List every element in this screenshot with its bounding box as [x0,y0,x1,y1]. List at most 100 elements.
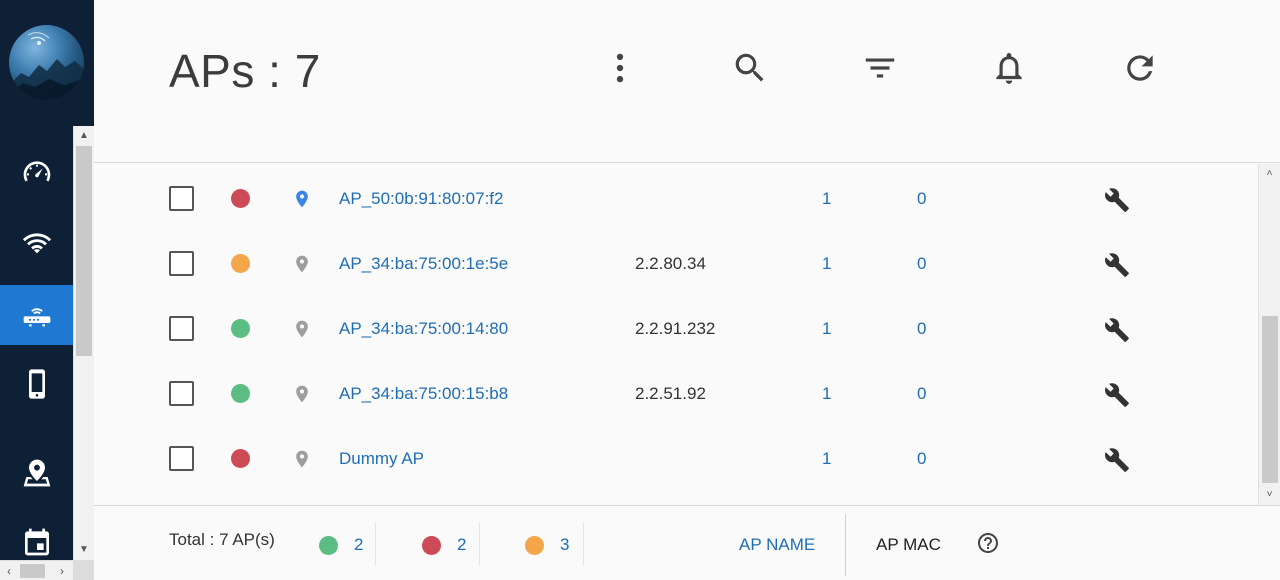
status-count-green[interactable]: 2 [319,524,363,566]
scroll-up-icon[interactable]: ▲ [74,126,94,144]
ap-count-link[interactable]: 1 [822,319,831,339]
scroll-down-icon[interactable]: ▼ [74,540,94,558]
table-scroll-thumb[interactable] [1262,316,1278,483]
ap-name-link[interactable]: AP_34:ba:75:00:14:80 [339,319,508,339]
sidebar: ▲ ▼ ‹ › [0,0,94,580]
ap-name-link[interactable]: AP_34:ba:75:00:1e:5e [339,254,508,274]
help-button[interactable] [976,531,1000,555]
nav-clients[interactable] [0,354,73,414]
divider [479,522,480,566]
sidebar-scroll-thumb[interactable] [76,146,92,356]
nav-map[interactable] [0,443,73,503]
sidebar-scrollbar[interactable]: ▲ ▼ [73,126,94,560]
table-row[interactable]: AP_34:ba:75:00:1e:5e 2.2.80.34 1 0 [94,216,1258,281]
row-checkbox[interactable] [169,446,194,471]
ap-count-link[interactable]: 0 [917,449,926,469]
ap-ip-address: 2.2.91.232 [635,319,716,338]
status-dot [231,254,250,273]
ap-count-link[interactable]: 1 [822,254,831,274]
search-icon [735,53,764,82]
ap-name-toggle[interactable]: AP NAME [739,535,815,555]
location-pin-icon[interactable] [292,317,312,341]
location-pin-icon[interactable] [292,382,312,406]
ap-count-link[interactable]: 0 [917,254,926,274]
refresh-icon [1127,55,1153,81]
configure-wrench-icon[interactable] [1104,382,1130,408]
divider [845,514,846,576]
ap-ip-address: 2.2.80.34 [635,254,706,273]
row-checkbox[interactable] [169,186,194,211]
ap-count-link[interactable]: 1 [822,384,831,404]
nav-access-points[interactable] [0,285,73,345]
status-count: 2 [354,535,364,554]
scrollbar-corner [73,560,94,580]
row-checkbox[interactable] [169,251,194,276]
refresh-button[interactable] [1116,44,1164,92]
ap-count-link[interactable]: 0 [917,384,926,404]
divider [375,522,376,566]
table-scrollbar[interactable]: ˄ ˅ [1258,164,1280,505]
row-checkbox[interactable] [169,316,194,341]
ap-count-link[interactable]: 1 [822,449,831,469]
location-pin-icon[interactable] [292,187,312,211]
scroll-down-icon[interactable]: ˅ [1259,485,1280,503]
nav-wifi[interactable] [0,212,73,272]
status-dot [319,535,338,555]
ap-ip-address: 2.2.51.92 [635,384,706,403]
row-checkbox[interactable] [169,381,194,406]
scroll-right-icon[interactable]: › [53,561,71,580]
configure-wrench-icon[interactable] [1104,447,1130,473]
wifi-icon [22,233,51,254]
location-pin-icon[interactable] [292,447,312,471]
ap-count-link[interactable]: 1 [822,189,831,209]
ap-name-link[interactable]: AP_34:ba:75:00:15:b8 [339,384,508,404]
nav-dashboard[interactable] [0,142,73,202]
ap-name-link[interactable]: AP_50:0b:91:80:07:f2 [339,189,503,209]
speedometer-icon [23,161,50,182]
bell-icon [996,52,1022,84]
status-count-orange[interactable]: 3 [525,524,569,566]
router-icon [23,308,50,327]
ap-count-link[interactable]: 0 [917,319,926,339]
status-dot [422,535,441,555]
search-button[interactable] [726,44,774,92]
app-window: ▲ ▼ ‹ › APs : 7 AP_50:0b:91:80:07:f2 1 0… [0,0,1280,580]
table-row[interactable]: AP_50:0b:91:80:07:f2 1 0 [94,164,1258,216]
header: APs : 7 [94,0,1280,163]
help-circle-icon [978,533,998,553]
table-row[interactable]: Dummy AP 1 0 [94,411,1258,476]
ap-table: AP_50:0b:91:80:07:f2 1 0 AP_34:ba:75:00:1e:… [94,164,1258,505]
sidebar-hscroll-thumb[interactable] [20,564,45,578]
logo-avatar[interactable] [9,25,84,100]
total-count: Total : 7 AP(s) [169,530,275,549]
table-row[interactable]: AP_34:ba:75:00:14:80 2.2.91.232 1 0 [94,281,1258,346]
ap-name-link[interactable]: Dummy AP [339,449,424,469]
more-vert-icon [616,53,624,83]
phone-icon [28,369,45,399]
configure-wrench-icon[interactable] [1104,252,1130,278]
configure-wrench-icon[interactable] [1104,317,1130,343]
page-title: APs : 7 [169,45,321,97]
map-pin-icon [23,459,50,487]
configure-wrench-icon[interactable] [1104,187,1130,213]
calendar-icon [24,528,49,556]
notifications-button[interactable] [985,44,1033,92]
sidebar-hscrollbar[interactable]: ‹ › [0,560,73,580]
status-dot [231,319,250,338]
ap-count-link[interactable]: 0 [917,189,926,209]
filter-button[interactable] [856,44,904,92]
table-row[interactable]: AP_34:ba:75:00:15:b8 2.2.51.92 1 0 [94,346,1258,411]
divider [583,522,584,566]
more-options-button[interactable] [596,44,644,92]
status-count: 3 [560,535,570,554]
status-dot [231,384,250,403]
status-count: 2 [457,535,467,554]
footer-summary: Total : 7 AP(s) 2 2 3 AP NAME AP MAC [94,505,1280,580]
location-pin-icon[interactable] [292,252,312,276]
status-dot [231,189,250,208]
status-count-red[interactable]: 2 [422,524,466,566]
scroll-up-icon[interactable]: ˄ [1259,164,1280,182]
scroll-left-icon[interactable]: ‹ [0,561,18,580]
ap-mac-toggle[interactable]: AP MAC [876,535,941,555]
status-dot [231,449,250,468]
